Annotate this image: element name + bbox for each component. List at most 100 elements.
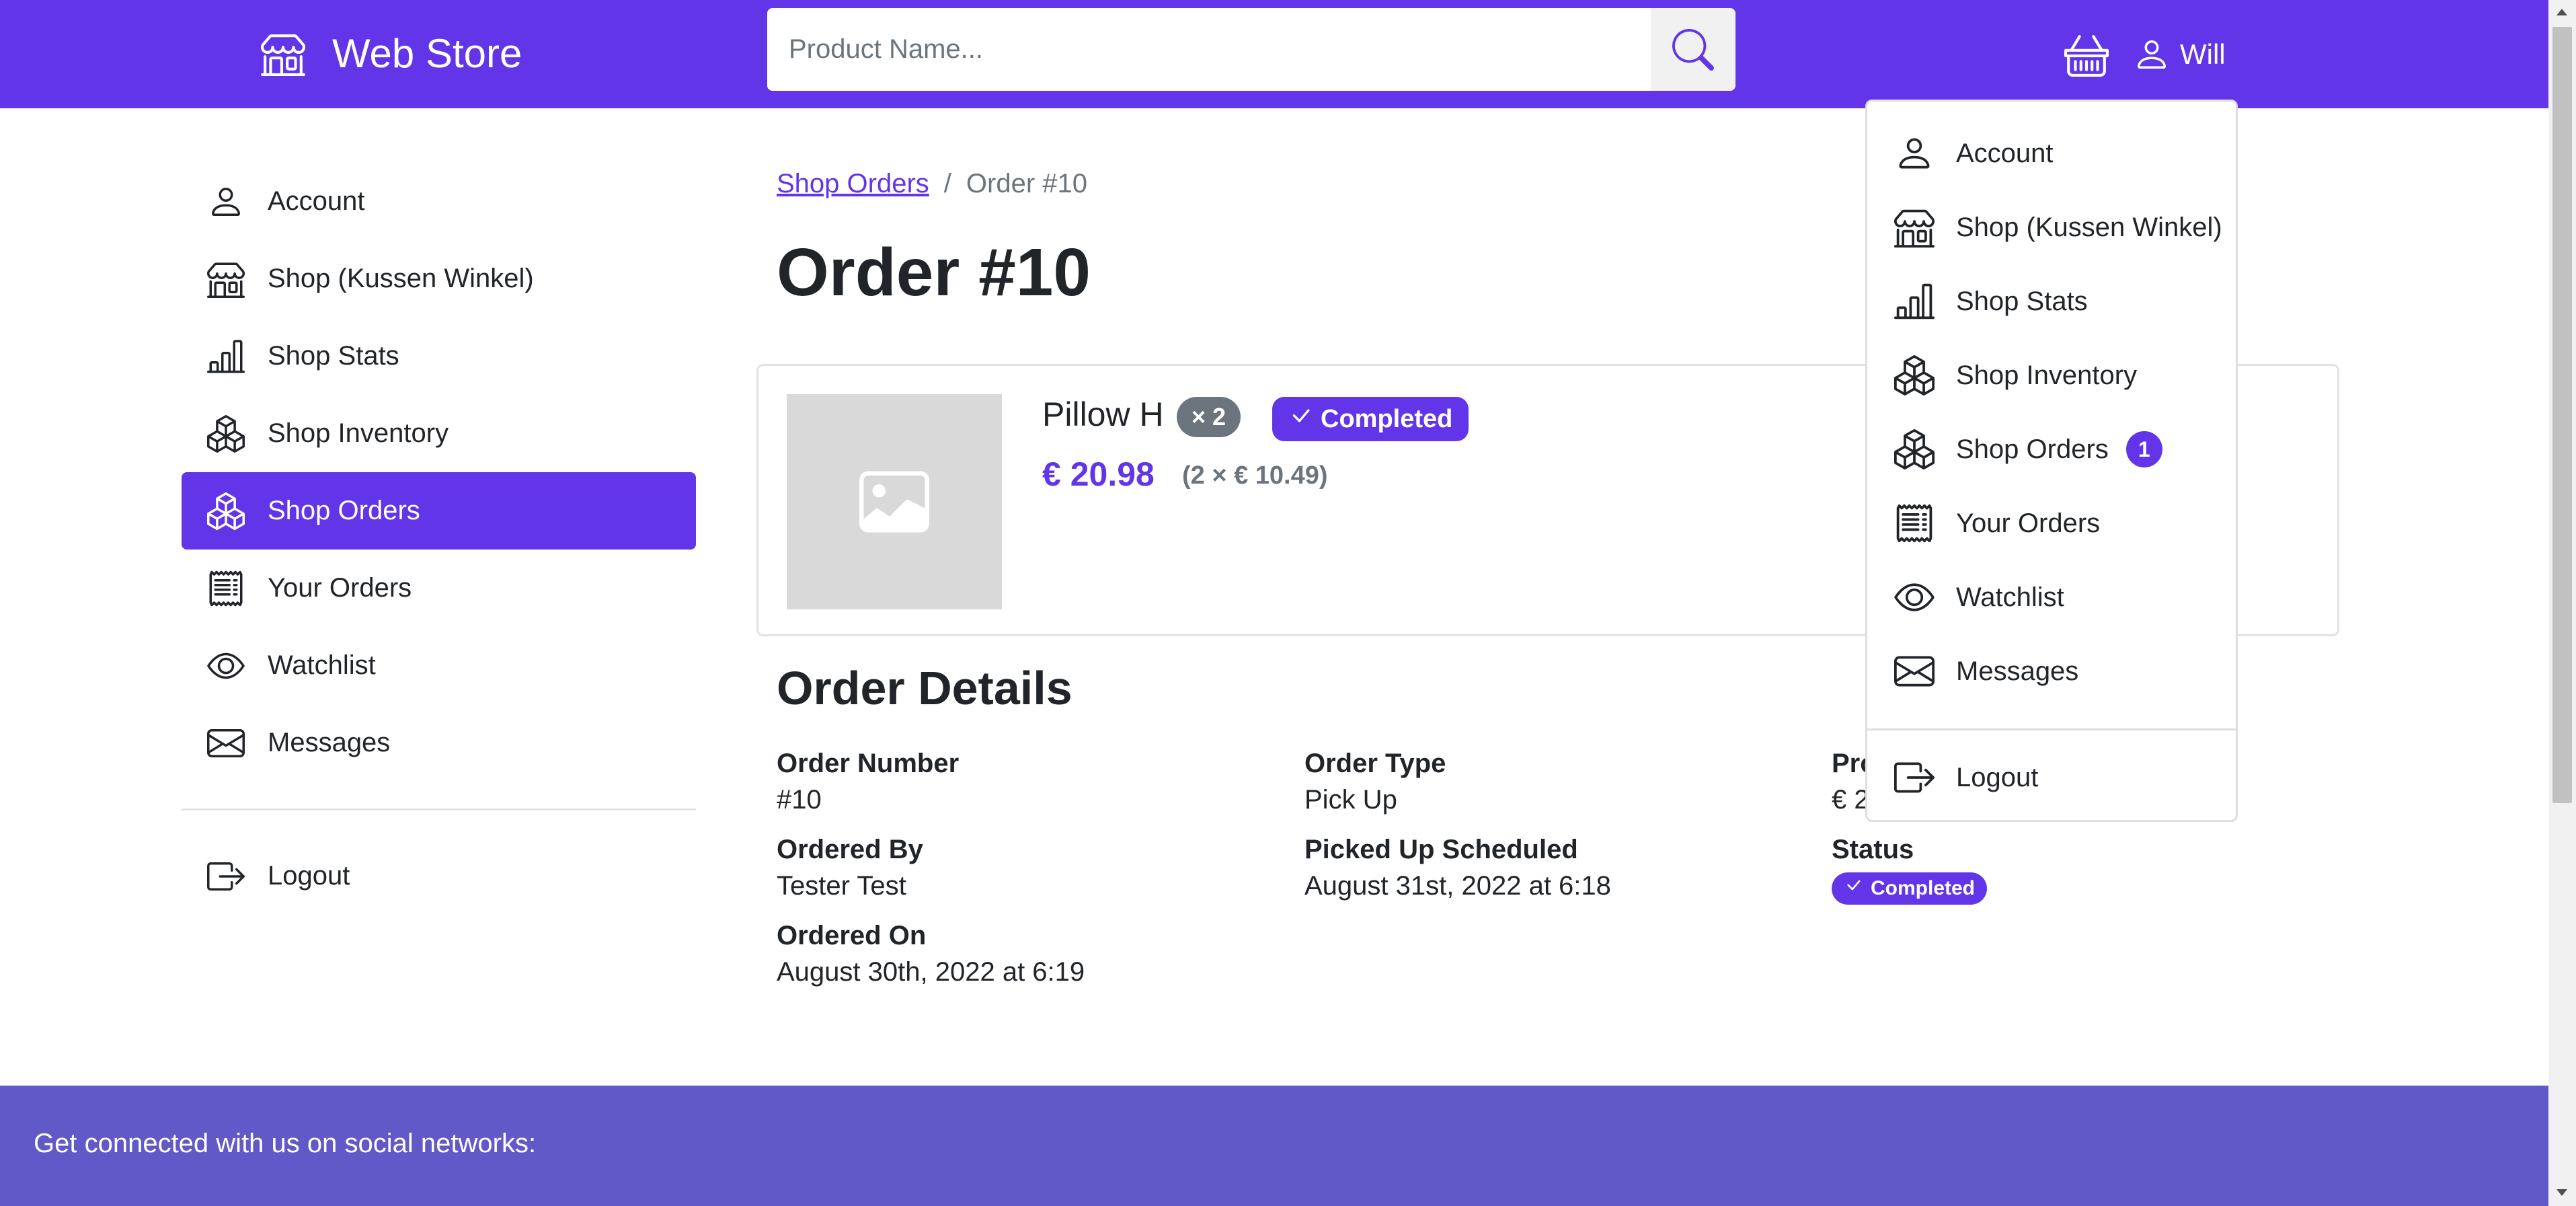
eye-icon — [207, 647, 245, 685]
breadcrumb-shop-orders-link[interactable]: Shop Orders — [777, 169, 929, 199]
menu-item-shop-orders[interactable]: Shop Orders 1 — [1867, 412, 2236, 486]
boxes-icon — [1894, 355, 1935, 395]
detail-label: Order Type — [1304, 749, 1446, 778]
menu-item-shop-inventory[interactable]: Shop Inventory — [1867, 338, 2236, 412]
footer-social-text: Get connected with us on social networks… — [34, 1129, 537, 1158]
sidebar-item-your-orders[interactable]: Your Orders — [182, 550, 696, 627]
top-navbar: Web Store Will — [0, 0, 2548, 108]
boxes-icon — [207, 414, 245, 453]
sidebar: Account Shop (Kussen Winkel) Shop Stats … — [182, 163, 696, 915]
sidebar-item-messages[interactable]: Messages — [182, 704, 696, 782]
search-button[interactable] — [1651, 8, 1735, 91]
status-badge-label: Completed — [1321, 404, 1453, 433]
person-icon — [2133, 36, 2171, 73]
user-dropdown-menu: Account Shop (Kussen Winkel) Shop Stats … — [1865, 100, 2238, 822]
scroll-down-arrow-icon[interactable] — [2557, 1187, 2567, 1199]
brand-name: Web Store — [332, 31, 522, 76]
page-scrollbar[interactable] — [2548, 0, 2576, 1206]
status-badge: Completed — [1272, 397, 1469, 441]
detail-ordered-by: Ordered By Tester Test — [777, 831, 923, 904]
user-menu-toggle[interactable]: Will — [2133, 32, 2226, 77]
search-icon — [1672, 28, 1714, 71]
search-input[interactable] — [767, 8, 1651, 91]
shop-icon — [207, 260, 245, 298]
quantity-badge: × 2 — [1177, 397, 1241, 437]
brand-link[interactable]: Web Store — [261, 28, 522, 79]
menu-item-account[interactable]: Account — [1867, 116, 2236, 190]
menu-item-label: Shop (Kussen Winkel) — [1956, 212, 2222, 242]
sidebar-item-label: Your Orders — [268, 573, 412, 603]
detail-order-number: Order Number #10 — [777, 745, 959, 818]
product-image-placeholder — [787, 394, 1002, 609]
status-badge-label: Completed — [1871, 877, 1976, 899]
menu-item-label: Logout — [1956, 762, 2039, 792]
envelope-icon — [207, 724, 245, 762]
bar-chart-icon — [207, 338, 245, 375]
menu-item-label: Shop Stats — [1956, 286, 2088, 316]
menu-item-label: Watchlist — [1956, 582, 2064, 612]
price-total: € 20.98 — [1042, 455, 1155, 493]
sidebar-item-shop-inventory[interactable]: Shop Inventory — [182, 395, 696, 472]
boxes-icon — [1894, 429, 1935, 469]
person-icon — [1894, 133, 1935, 174]
order-details-title: Order Details — [777, 662, 1072, 714]
detail-label: Picked Up Scheduled — [1304, 835, 1578, 864]
sidebar-item-label: Account — [268, 186, 365, 216]
sidebar-item-shop-orders[interactable]: Shop Orders — [182, 472, 696, 550]
sidebar-item-label: Shop Stats — [268, 341, 399, 371]
detail-label: Status — [1832, 835, 1914, 864]
sidebar-item-label: Messages — [268, 728, 391, 757]
menu-item-shop-stats[interactable]: Shop Stats — [1867, 264, 2236, 338]
menu-item-label: Shop Inventory — [1956, 360, 2138, 390]
check-icon — [1288, 404, 1313, 435]
detail-picked-up-scheduled: Picked Up Scheduled August 31st, 2022 at… — [1304, 831, 1611, 904]
page-title: Order #10 — [777, 235, 1091, 310]
menu-item-your-orders[interactable]: Your Orders — [1867, 486, 2236, 560]
sidebar-item-logout[interactable]: Logout — [182, 837, 696, 915]
detail-value: Tester Test — [777, 871, 906, 901]
menu-item-messages[interactable]: Messages — [1867, 634, 2236, 708]
status-badge: Completed — [1832, 870, 1988, 907]
sidebar-item-label: Shop Orders — [268, 496, 420, 525]
detail-order-type: Order Type Pick Up — [1304, 745, 1446, 818]
menu-item-shop[interactable]: Shop (Kussen Winkel) — [1867, 190, 2236, 264]
breadcrumb-separator: / — [943, 168, 951, 198]
shop-icon — [261, 32, 305, 76]
boxes-icon — [207, 492, 245, 530]
menu-item-label: Your Orders — [1956, 508, 2101, 538]
detail-label: Ordered On — [777, 921, 927, 950]
menu-item-label: Account — [1956, 138, 2054, 168]
detail-ordered-on: Ordered On August 30th, 2022 at 6:19 — [777, 917, 1085, 990]
sidebar-item-label: Watchlist — [268, 650, 376, 680]
sidebar-item-watchlist[interactable]: Watchlist — [182, 627, 696, 704]
sidebar-item-account[interactable]: Account — [182, 163, 696, 240]
basket-icon — [2064, 32, 2109, 77]
menu-item-label: Shop Orders — [1956, 434, 2109, 464]
shop-icon — [1894, 207, 1935, 248]
menu-divider — [1867, 728, 2236, 730]
check-icon — [1844, 870, 1863, 907]
footer: Get connected with us on social networks… — [0, 1086, 2548, 1206]
basket-button[interactable] — [2064, 32, 2109, 77]
sidebar-item-shop[interactable]: Shop (Kussen Winkel) — [182, 240, 696, 317]
detail-label: Ordered By — [777, 835, 923, 864]
detail-label: Order Number — [777, 749, 960, 778]
eye-icon — [1894, 577, 1935, 617]
sidebar-item-label: Shop (Kussen Winkel) — [268, 264, 534, 293]
product-name: Pillow H — [1042, 395, 1164, 433]
search-bar — [767, 8, 1735, 91]
price-unit: (2 × € 10.49) — [1182, 461, 1328, 490]
logout-icon — [207, 858, 245, 895]
detail-status: Status Completed — [1832, 831, 1988, 907]
sidebar-item-label: Shop Inventory — [268, 418, 449, 448]
receipt-icon — [1894, 503, 1935, 543]
menu-item-watchlist[interactable]: Watchlist — [1867, 560, 2236, 634]
sidebar-item-shop-stats[interactable]: Shop Stats — [182, 317, 696, 395]
scroll-up-arrow-icon[interactable] — [2557, 7, 2567, 19]
breadcrumb: Shop Orders / Order #10 — [777, 165, 1087, 202]
receipt-icon — [207, 570, 245, 607]
scrollbar-thumb[interactable] — [2552, 27, 2572, 803]
menu-item-logout[interactable]: Logout — [1867, 741, 2236, 815]
sidebar-divider — [182, 808, 696, 811]
logout-icon — [1894, 757, 1935, 798]
